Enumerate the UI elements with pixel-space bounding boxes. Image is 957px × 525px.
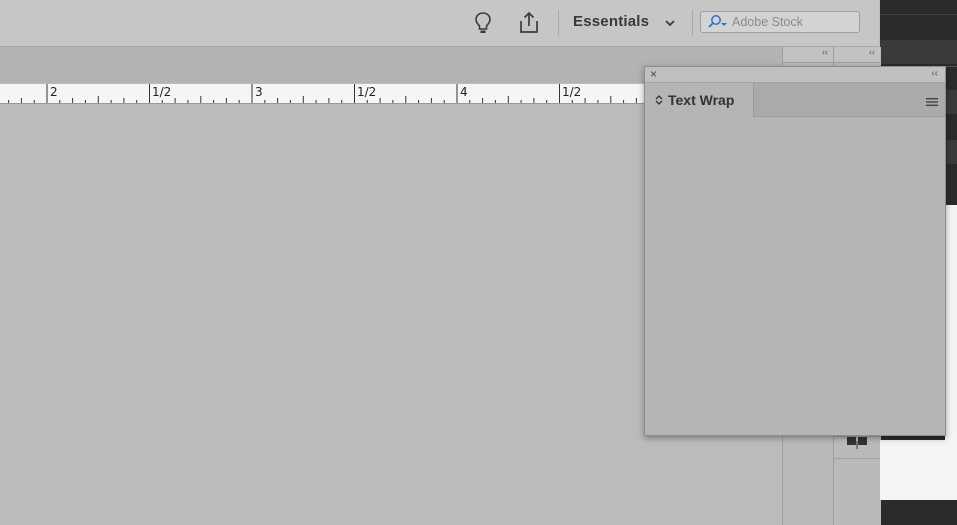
app-bar: Essentials Adobe Stock [0, 0, 879, 47]
double-chevron-left-icon: ‹‹ [822, 47, 828, 57]
dock-collapse-button-a[interactable]: ‹‹ [782, 47, 833, 63]
dark-divider [880, 14, 957, 15]
search-placeholder: Adobe Stock [732, 15, 803, 29]
panel-tab-row: Text Wrap [645, 83, 945, 117]
text-wrap-panel: × ‹‹ Text Wrap [644, 66, 946, 436]
document-page-area [880, 440, 957, 500]
chevron-down-icon [664, 16, 676, 33]
ruler-label: 1/2 [562, 85, 582, 99]
panel-tab-label: Text Wrap [668, 92, 735, 108]
close-icon[interactable]: × [650, 68, 657, 80]
adobe-stock-search-field[interactable]: Adobe Stock [700, 11, 860, 33]
ruler-label: 1/2 [357, 85, 377, 99]
double-chevron-left-icon: ‹‹ [869, 47, 875, 57]
panel-body [645, 117, 945, 435]
tab-text-wrap[interactable]: Text Wrap [645, 83, 754, 117]
dark-row [880, 40, 957, 64]
toolbar-separator [558, 10, 559, 36]
collapse-panel-icon[interactable]: ‹‹ [931, 67, 938, 81]
search-icon[interactable] [706, 14, 728, 35]
share-icon[interactable] [516, 10, 542, 36]
workspace-switcher[interactable]: Essentials [573, 13, 675, 33]
expand-options-icon[interactable] [655, 93, 663, 111]
horizontal-ruler[interactable]: 2 1/2 3 1/2 4 1/2 [0, 84, 645, 104]
ruler-label: 2 [50, 85, 58, 99]
dock-collapse-button-b[interactable]: ‹‹ [833, 47, 880, 63]
toolbar-separator [692, 10, 693, 36]
workspace-label: Essentials [573, 13, 650, 30]
ruler-label: 3 [255, 85, 263, 99]
panel-icon [847, 437, 867, 449]
lightbulb-icon[interactable] [470, 10, 496, 36]
panel-menu-icon[interactable] [926, 94, 938, 112]
ruler-label: 4 [460, 85, 468, 99]
ruler-ticks [8, 84, 637, 103]
panel-title-bar[interactable]: × ‹‹ [645, 67, 945, 83]
dock-panel-button[interactable] [834, 436, 880, 459]
dock-divider [834, 458, 880, 460]
ruler-label: 1/2 [152, 85, 172, 99]
